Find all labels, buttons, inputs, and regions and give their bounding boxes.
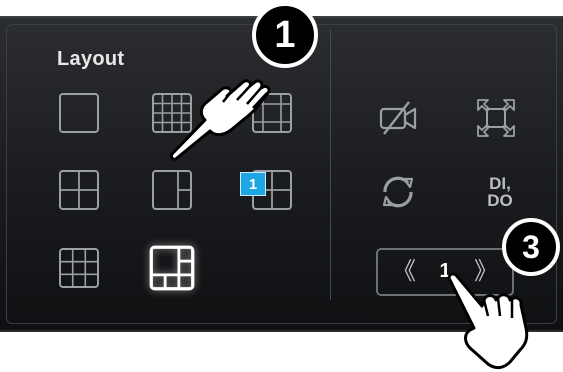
camera-off-button[interactable] [376,96,420,140]
section-title: Layout [57,48,125,70]
refresh-button[interactable] [376,170,420,214]
layout-grid-3x3-button[interactable] [57,246,101,290]
camera-off-icon [379,101,417,135]
layout-big-plus-5-button[interactable] [148,244,196,292]
di-do-button[interactable]: DI, DO [478,175,522,209]
pointing-hand-icon [447,272,529,370]
layout-grid-3x3-icon [59,248,99,288]
layout-big-plus-5-icon [149,245,195,291]
layout-split-1-plus-2-button[interactable] [150,168,194,212]
screen: Layout 1 DI, DO 《 1 》 1 3 [0,0,563,372]
do-label: DO [487,191,513,210]
pointing-hand-icon [170,79,271,161]
fullscreen-button[interactable] [474,96,518,140]
step-callout-3: 3 [502,218,560,276]
step-callout-1: 1 [252,2,318,68]
layout-single-button[interactable] [57,91,101,135]
layout-single-icon [59,93,99,133]
di-label: DI, [489,174,511,193]
page-badge: 1 [240,172,266,196]
fullscreen-icon [477,99,515,137]
panel-divider [330,30,331,300]
layout-split-1-plus-2-icon [152,170,192,210]
refresh-icon [382,176,414,208]
layout-grid-2x2-button[interactable] [57,168,101,212]
layout-grid-2x2-icon [59,170,99,210]
